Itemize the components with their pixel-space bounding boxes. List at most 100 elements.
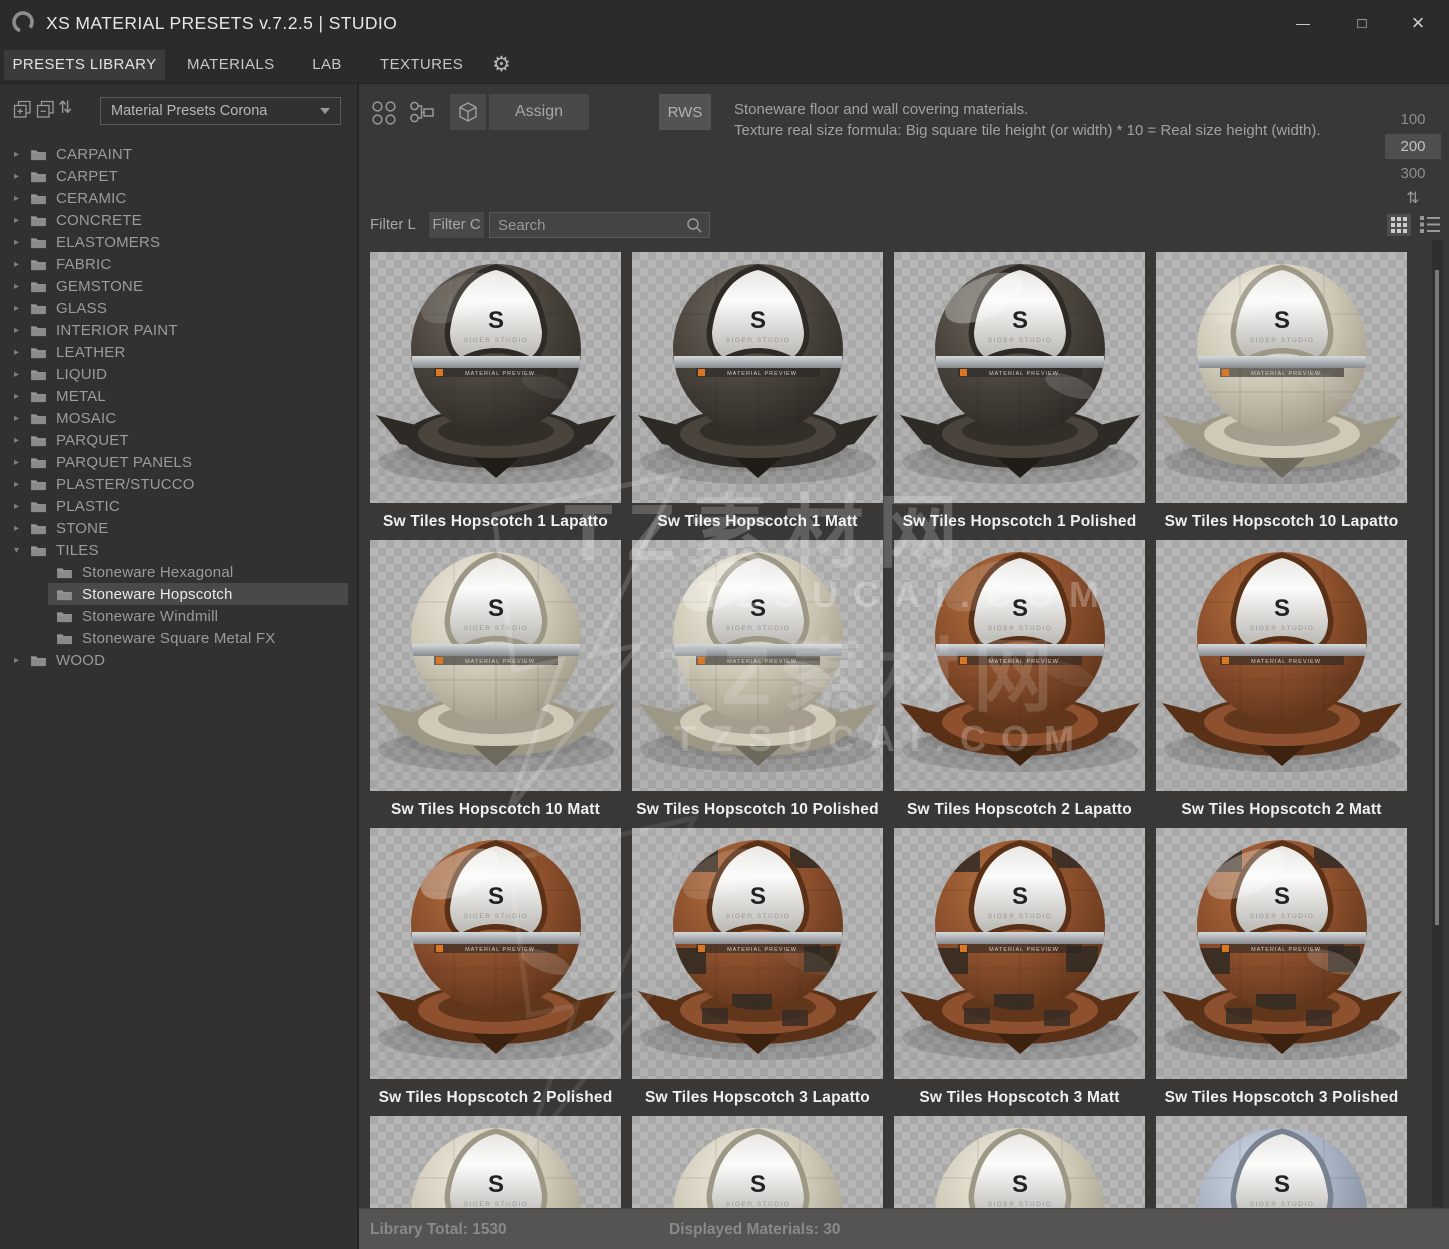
material-card[interactable]: S SIGER STUDIO MATERIAL PREVIEW Sw Tiles…	[894, 828, 1145, 1116]
sidebar-item-mosaic[interactable]: ▸ MOSAIC	[0, 407, 357, 429]
sidebar-item-liquid[interactable]: ▸ LIQUID	[0, 363, 357, 385]
sidebar-item-stoneware-hexagonal[interactable]: Stoneware Hexagonal	[48, 561, 348, 583]
material-card[interactable]: S SIGER STUDIO MATERIAL PREVIEW Sw Tiles…	[632, 252, 883, 540]
nodes-view-button[interactable]	[409, 100, 436, 124]
list-view-toggle[interactable]	[1420, 216, 1440, 238]
sidebar-item-stoneware-hopscotch[interactable]: Stoneware Hopscotch	[48, 583, 348, 605]
sidebar-item-plaster-stucco[interactable]: ▸ PLASTER/STUCCO	[0, 473, 357, 495]
sidebar-item-stone[interactable]: ▸ STONE	[0, 517, 357, 539]
material-preview: S SIGER STUDIO MATERIAL PREVIEW	[894, 252, 1145, 503]
tree-item-label: LIQUID	[56, 366, 107, 383]
tree-item-label: STONE	[56, 520, 108, 537]
sidebar-item-plastic[interactable]: ▸ PLASTIC	[0, 495, 357, 517]
tree-item-label: GEMSTONE	[56, 278, 143, 295]
expand-all-button[interactable]	[13, 100, 35, 122]
material-preview: S SIGER STUDIO MATERIAL PREVIEW	[894, 1116, 1145, 1208]
material-name: Sw Tiles Hopscotch 2 Matt	[1156, 791, 1407, 828]
svg-text:MATERIAL PREVIEW: MATERIAL PREVIEW	[727, 371, 797, 377]
svg-text:S: S	[750, 883, 766, 910]
tab-textures[interactable]: TEXTURES	[380, 50, 458, 80]
sidebar-sort-button[interactable]: ⇅	[58, 98, 72, 118]
material-card[interactable]: S SIGER STUDIO MATERIAL PREVIEW Sw Tiles…	[370, 252, 621, 540]
grid-sort-button[interactable]: ⇅	[1385, 188, 1441, 208]
material-card[interactable]: S SIGER STUDIO MATERIAL PREVIEW	[370, 1116, 621, 1208]
svg-text:MATERIAL PREVIEW: MATERIAL PREVIEW	[1251, 659, 1321, 665]
material-card[interactable]: S SIGER STUDIO MATERIAL PREVIEW	[894, 1116, 1145, 1208]
expander-icon: ▸	[14, 193, 30, 204]
collapse-all-button[interactable]	[36, 100, 58, 122]
sidebar-item-carpaint[interactable]: ▸ CARPAINT	[0, 143, 357, 165]
displayed-materials: Displayed Materials: 30	[669, 1209, 840, 1249]
tab-lab[interactable]: LAB	[310, 50, 344, 80]
folder-icon	[30, 214, 47, 227]
tree-item-label: Stoneware Hopscotch	[82, 586, 233, 603]
sidebar-item-ceramic[interactable]: ▸ CERAMIC	[0, 187, 357, 209]
sidebar-item-leather[interactable]: ▸ LEATHER	[0, 341, 357, 363]
material-card[interactable]: S SIGER STUDIO MATERIAL PREVIEW Sw Tiles…	[632, 540, 883, 828]
svg-text:SIGER STUDIO: SIGER STUDIO	[464, 913, 529, 920]
material-preview: S SIGER STUDIO MATERIAL PREVIEW	[1156, 540, 1407, 791]
folder-icon	[56, 610, 73, 623]
size-option-300[interactable]: 300	[1385, 162, 1441, 185]
maximize-button[interactable]: □	[1339, 0, 1385, 46]
assign-button[interactable]: Assign	[489, 94, 589, 130]
material-card[interactable]: S SIGER STUDIO MATERIAL PREVIEW Sw Tiles…	[1156, 252, 1407, 540]
material-name: Sw Tiles Hopscotch 1 Lapatto	[370, 503, 621, 540]
sidebar-item-fabric[interactable]: ▸ FABRIC	[0, 253, 357, 275]
sidebar-item-elastomers[interactable]: ▸ ELASTOMERS	[0, 231, 357, 253]
minimize-button[interactable]: —	[1280, 0, 1326, 46]
material-preview: S SIGER STUDIO MATERIAL PREVIEW	[632, 1116, 883, 1208]
sidebar-item-stoneware-square-metal-fx[interactable]: Stoneware Square Metal FX	[48, 627, 348, 649]
material-card[interactable]: S SIGER STUDIO MATERIAL PREVIEW Sw Tiles…	[894, 540, 1145, 828]
sidebar-item-stoneware-windmill[interactable]: Stoneware Windmill	[48, 605, 348, 627]
material-card[interactable]: S SIGER STUDIO MATERIAL PREVIEW Sw Tiles…	[370, 828, 621, 1116]
sidebar-item-glass[interactable]: ▸ GLASS	[0, 297, 357, 319]
material-card[interactable]: S SIGER STUDIO MATERIAL PREVIEW Sw Tiles…	[632, 828, 883, 1116]
size-option-200[interactable]: 200	[1385, 134, 1441, 159]
sidebar-item-tiles[interactable]: ▾ TILES	[0, 539, 357, 561]
material-card[interactable]: S SIGER STUDIO MATERIAL PREVIEW Sw Tiles…	[1156, 828, 1407, 1116]
material-preview-button[interactable]	[450, 94, 486, 130]
tab-presets-library[interactable]: PRESETS LIBRARY	[4, 50, 165, 80]
material-card[interactable]: S SIGER STUDIO MATERIAL PREVIEW Sw Tiles…	[894, 252, 1145, 540]
material-card[interactable]: S SIGER STUDIO MATERIAL PREVIEW	[632, 1116, 883, 1208]
tree-item-label: PARQUET	[56, 432, 129, 449]
expander-icon: ▸	[14, 149, 30, 160]
material-card[interactable]: S SIGER STUDIO MATERIAL PREVIEW Sw Tiles…	[1156, 540, 1407, 828]
material-card[interactable]: S SIGER STUDIO MATERIAL PREVIEW	[1156, 1116, 1407, 1208]
folder-icon	[30, 170, 47, 183]
svg-text:SIGER STUDIO: SIGER STUDIO	[1250, 913, 1315, 920]
sidebar-item-metal[interactable]: ▸ METAL	[0, 385, 357, 407]
svg-text:SIGER STUDIO: SIGER STUDIO	[464, 337, 529, 344]
sidebar-item-concrete[interactable]: ▸ CONCRETE	[0, 209, 357, 231]
material-name: Sw Tiles Hopscotch 3 Matt	[894, 1079, 1145, 1116]
svg-text:S: S	[1274, 1171, 1290, 1198]
folder-icon	[30, 280, 47, 293]
size-option-100[interactable]: 100	[1385, 108, 1441, 131]
material-name: Sw Tiles Hopscotch 10 Lapatto	[1156, 503, 1407, 540]
folder-icon	[30, 368, 47, 381]
grid-scrollbar[interactable]	[1432, 240, 1443, 1207]
filter-library-button[interactable]: Filter L	[370, 212, 416, 238]
rws-button[interactable]: RWS	[659, 94, 711, 130]
grid-view-toggle[interactable]	[1387, 214, 1411, 236]
sidebar-item-interior-paint[interactable]: ▸ INTERIOR PAINT	[0, 319, 357, 341]
sidebar-item-gemstone[interactable]: ▸ GEMSTONE	[0, 275, 357, 297]
filter-category-button[interactable]: Filter C	[429, 212, 484, 238]
tab-materials[interactable]: MATERIALS	[187, 50, 273, 80]
search-input[interactable]	[490, 213, 709, 237]
close-button[interactable]: ×	[1395, 0, 1441, 46]
material-card[interactable]: S SIGER STUDIO MATERIAL PREVIEW Sw Tiles…	[370, 540, 621, 828]
spheres-view-button[interactable]	[371, 100, 398, 126]
sidebar-item-parquet[interactable]: ▸ PARQUET	[0, 429, 357, 451]
svg-text:SIGER STUDIO: SIGER STUDIO	[988, 625, 1053, 632]
sidebar-item-parquet-panels[interactable]: ▸ PARQUET PANELS	[0, 451, 357, 473]
scrollbar-thumb[interactable]	[1435, 270, 1439, 925]
sidebar-item-carpet[interactable]: ▸ CARPET	[0, 165, 357, 187]
preset-library-dropdown[interactable]: Material Presets Corona	[100, 97, 341, 125]
material-name: Sw Tiles Hopscotch 2 Lapatto	[894, 791, 1145, 828]
sidebar-item-wood[interactable]: ▸ WOOD	[0, 649, 357, 671]
settings-gear-icon[interactable]: ⚙	[492, 50, 511, 80]
tree-item-label: MOSAIC	[56, 410, 116, 427]
expander-icon: ▸	[14, 501, 30, 512]
